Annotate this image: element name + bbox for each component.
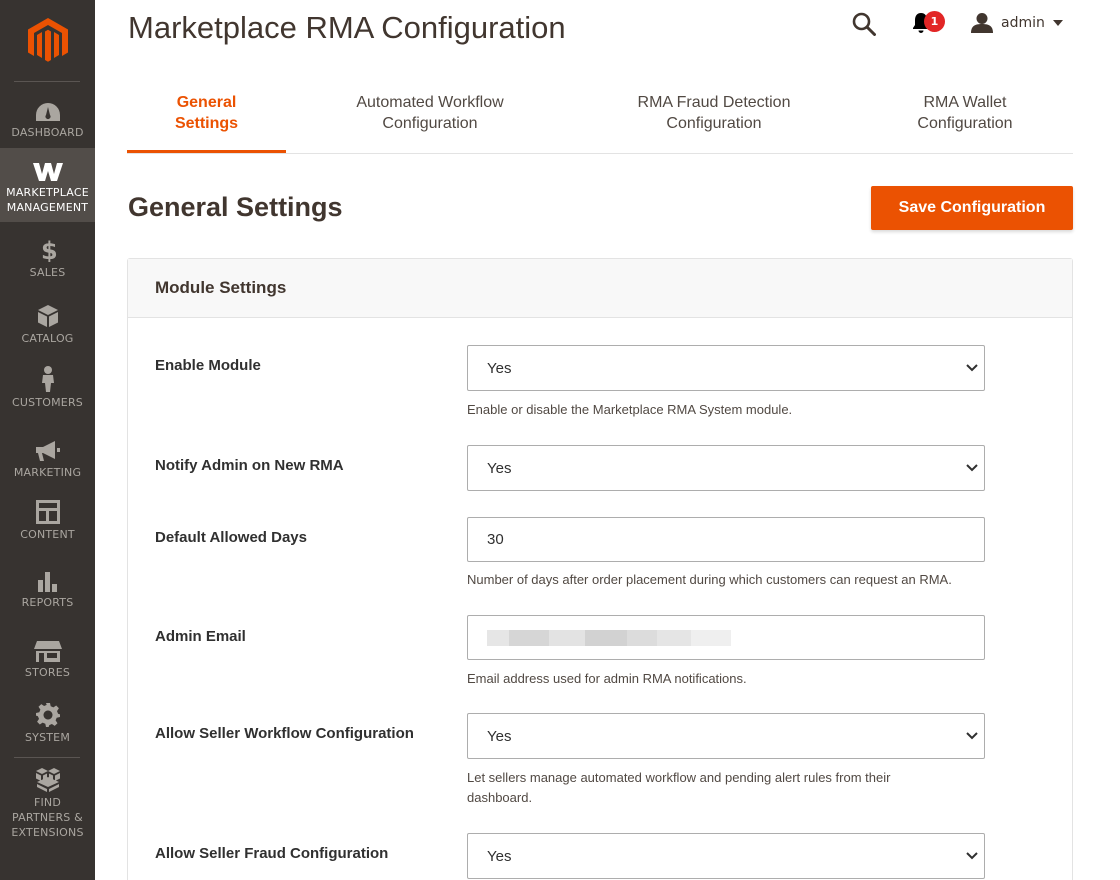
sidebar-item-label: CUSTOMERS [12,396,83,409]
sidebar-item-marketplace-management[interactable]: MARKETPLACE MANAGEMENT [0,148,95,222]
sidebar-item-label: CATALOG [21,332,74,345]
sidebar-item-label: SYSTEM [24,731,71,744]
main-content: Marketplace RMA Configuration 1 admin Ge… [95,0,1120,880]
select-value: Yes [487,727,512,745]
field-help-text: Email address used for admin RMA notific… [467,671,747,686]
user-account-menu[interactable]: admin [971,12,1063,34]
enable-module-select[interactable]: Yes [467,345,985,391]
bar-chart-icon [37,566,59,592]
sidebar-item-catalog[interactable]: CATALOG [0,302,95,346]
search-button[interactable] [852,12,876,40]
save-configuration-button[interactable]: Save Configuration [871,186,1073,230]
configuration-tabs: General Settings Automated Workflow Conf… [127,90,1073,154]
card-title: Module Settings [128,259,1072,318]
field-label: Notify Admin on New RMA [155,457,344,474]
sidebar-divider [14,757,80,758]
default-allowed-days-input[interactable]: 30 [467,517,985,562]
tab-label: Automated Workflow Configuration [356,94,504,132]
sidebar-item-sales[interactable]: $ SALES [0,236,95,280]
sidebar-item-system[interactable]: SYSTEM [0,701,95,745]
sidebar-item-label: MARKETING [13,466,82,479]
person-icon [40,366,56,392]
field-label: Allow Seller Fraud Configuration [155,845,389,862]
box-icon [37,302,59,328]
sidebar-item-dashboard[interactable]: DASHBOARD [0,96,95,140]
sidebar-item-label: DASHBOARD [11,126,84,139]
section-title: General Settings [128,192,343,222]
field-help-text: Number of days after order placement dur… [467,572,952,587]
sidebar-item-content[interactable]: CONTENT [0,498,95,544]
allow-seller-fraud-select[interactable]: Yes [467,833,985,879]
gear-icon [35,701,60,727]
user-icon [971,13,993,33]
chevron-down-icon [966,852,978,860]
search-icon [852,12,876,36]
input-value: 30 [487,531,504,548]
sidebar-item-customers[interactable]: CUSTOMERS [0,366,95,412]
dashboard-icon [35,96,61,122]
chevron-down-icon [966,364,978,372]
tab-automated-workflow[interactable]: Automated Workflow Configuration [339,90,521,153]
field-label: Allow Seller Workflow Configuration [155,725,414,742]
select-value: Yes [487,359,512,377]
caret-down-icon [1052,20,1063,26]
sidebar-divider [14,81,80,82]
tab-label: RMA Wallet Configuration [917,94,1013,132]
tab-general-settings[interactable]: General Settings [127,90,286,153]
magento-logo[interactable] [0,0,95,82]
tab-label: RMA Fraud Detection Configuration [637,94,791,132]
sidebar-item-reports[interactable]: REPORTS [0,566,95,610]
tab-rma-fraud-detection[interactable]: RMA Fraud Detection Configuration [619,90,809,153]
select-value: Yes [487,847,512,865]
field-help-text: Let sellers manage automated workflow an… [467,770,891,805]
sidebar-item-label: MARKETPLACE MANAGEMENT [6,186,89,214]
sidebar-item-label: STORES [24,666,71,679]
sidebar-item-label: REPORTS [21,596,74,609]
marketplace-icon [32,160,63,182]
extensions-icon [35,768,61,792]
redacted-email-value [487,629,731,646]
field-label: Admin Email [155,628,246,645]
chevron-down-icon [966,732,978,740]
svg-text:$: $ [41,238,57,262]
dollar-icon: $ [39,236,57,262]
content-icon [35,498,60,524]
sidebar-item-label: SALES [29,266,66,279]
field-label: Enable Module [155,357,261,374]
sidebar-item-label: CONTENT [20,528,75,541]
allow-seller-workflow-select[interactable]: Yes [467,713,985,759]
chevron-down-icon [966,464,978,472]
tab-rma-wallet[interactable]: RMA Wallet Configuration [895,90,1035,153]
megaphone-icon [35,436,61,462]
page-title: Marketplace RMA Configuration [128,10,566,45]
sidebar-item-marketing[interactable]: MARKETING [0,436,95,480]
tab-label: General Settings [174,94,239,132]
admin-sidebar: DASHBOARD MARKETPLACE MANAGEMENT $ SALES… [0,0,95,880]
username: admin [1001,15,1045,31]
notification-count-badge: 1 [924,11,945,32]
field-label: Default Allowed Days [155,529,307,546]
store-icon [33,636,62,662]
select-value: Yes [487,459,512,477]
sidebar-item-label: FIND PARTNERS & EXTENSIONS [11,796,84,839]
field-help-text: Enable or disable the Marketplace RMA Sy… [467,402,793,417]
sidebar-item-stores[interactable]: STORES [0,636,95,680]
module-settings-card: Module Settings Enable Module Yes Enable… [127,258,1073,880]
admin-email-input[interactable] [467,615,985,660]
sidebar-item-find-partners[interactable]: FIND PARTNERS & EXTENSIONS [0,768,95,839]
notify-admin-select[interactable]: Yes [467,445,985,491]
